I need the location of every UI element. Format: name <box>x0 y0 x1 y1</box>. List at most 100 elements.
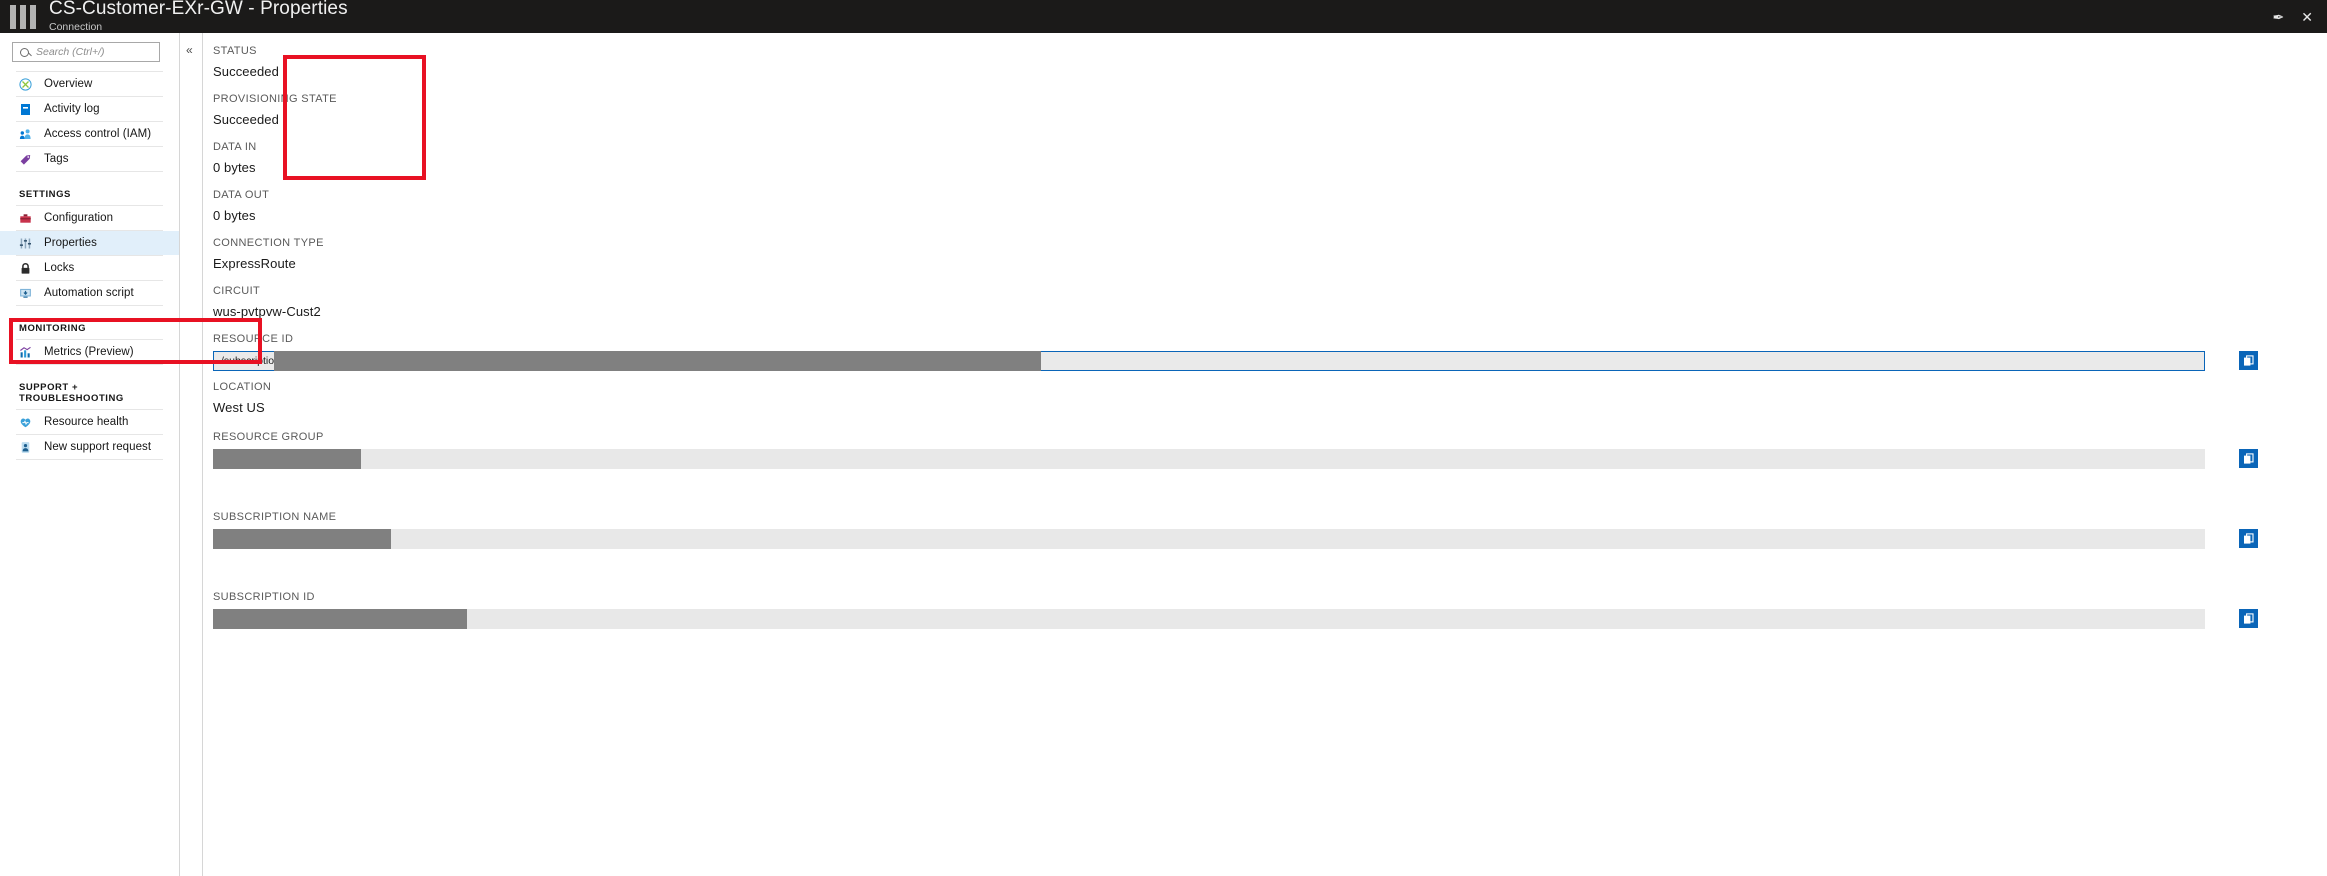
property-resource-id: RESOURCE ID /subscriptions <box>213 333 2273 371</box>
property-label: STATUS <box>213 45 257 57</box>
subscription-name-input[interactable] <box>213 529 2205 549</box>
sidebar-item-label: Overview <box>44 78 93 90</box>
property-value: ExpressRoute <box>213 256 296 271</box>
property-label: DATA OUT <box>213 189 270 201</box>
sidebar-item-tags[interactable]: Tags <box>0 147 179 171</box>
pane-divider <box>202 33 203 876</box>
redaction-overlay <box>213 449 361 469</box>
property-label: CIRCUIT <box>213 285 261 297</box>
nav-divider <box>16 364 163 365</box>
close-icon[interactable]: ✕ <box>2301 10 2313 24</box>
app-logo-icon <box>10 4 36 29</box>
sidebar-item-properties[interactable]: Properties <box>0 231 179 255</box>
properties-pane: « STATUS Succeeded PROVISIONING STATE Su… <box>180 33 2327 876</box>
nav-divider <box>16 171 163 172</box>
locks-icon <box>19 262 32 275</box>
title-block: CS-Customer-EXr-GW - Properties Connecti… <box>49 0 348 34</box>
copy-subscription-id-button[interactable] <box>2239 609 2258 628</box>
nav-divider <box>16 305 163 306</box>
sidebar-group-support: SUPPORT + TROUBLESHOOTING <box>19 382 124 404</box>
sidebar-item-metrics[interactable]: Metrics (Preview) <box>0 340 179 364</box>
property-value: West US <box>213 400 265 415</box>
copy-resource-group-button[interactable] <box>2239 449 2258 468</box>
resource-group-row <box>213 449 2273 469</box>
sidebar-item-label: Access control (IAM) <box>44 128 152 140</box>
tags-icon <box>19 153 32 166</box>
configuration-icon <box>19 212 32 225</box>
copy-icon <box>2243 532 2254 544</box>
metrics-icon <box>19 346 32 359</box>
property-label: PROVISIONING STATE <box>213 93 337 105</box>
sidebar-item-label: Configuration <box>44 212 114 224</box>
property-data-out: DATA OUT 0 bytes <box>213 189 269 223</box>
title-bar: CS-Customer-EXr-GW - Properties Connecti… <box>0 0 2327 33</box>
property-label: SUBSCRIPTION NAME <box>213 511 337 523</box>
sidebar-item-new-support-request[interactable]: New support request <box>0 435 179 459</box>
property-value: 0 bytes <box>213 160 256 175</box>
redaction-overlay <box>213 529 391 549</box>
sidebar-nav: Overview Activity log Access control (IA… <box>0 71 179 460</box>
access-control-icon <box>19 128 32 141</box>
redaction-overlay <box>274 351 1041 371</box>
subscription-id-input[interactable] <box>213 609 2205 629</box>
property-value: Succeeded <box>213 112 279 127</box>
sidebar-item-label: Locks <box>44 262 75 274</box>
sidebar-item-label: Resource health <box>44 416 129 428</box>
sidebar-item-automation-script[interactable]: Automation script <box>0 281 179 305</box>
sidebar-search-row: Search (Ctrl+/) <box>0 33 179 62</box>
subscription-id-row <box>213 609 2273 629</box>
sidebar-item-label: Tags <box>44 153 69 165</box>
sidebar-item-locks[interactable]: Locks <box>0 256 179 280</box>
sidebar-item-label: Metrics (Preview) <box>44 346 134 358</box>
sidebar-item-activity-log[interactable]: Activity log <box>0 97 179 121</box>
activity-log-icon <box>19 103 32 116</box>
sidebar-item-label: Activity log <box>44 103 100 115</box>
copy-icon <box>2243 452 2254 464</box>
property-resource-group: RESOURCE GROUP <box>213 431 2273 469</box>
sidebar-item-access-control[interactable]: Access control (IAM) <box>0 122 179 146</box>
subscription-name-row <box>213 529 2273 549</box>
overview-icon <box>19 77 32 91</box>
sidebar-item-configuration[interactable]: Configuration <box>0 206 179 230</box>
pin-icon[interactable]: ✒ <box>2273 10 2285 24</box>
redaction-overlay <box>213 609 467 629</box>
property-value: 0 bytes <box>213 208 256 223</box>
property-provisioning-state: PROVISIONING STATE Succeeded <box>213 93 337 127</box>
search-placeholder: Search (Ctrl+/) <box>36 46 105 58</box>
search-icon <box>20 47 29 57</box>
properties-icon <box>19 237 32 250</box>
property-data-in: DATA IN 0 bytes <box>213 141 257 175</box>
sidebar-group-settings: SETTINGS <box>19 189 71 200</box>
page-title: CS-Customer-EXr-GW - Properties <box>49 0 348 19</box>
sidebar-item-label: Automation script <box>44 287 134 299</box>
property-location: LOCATION West US <box>213 381 271 415</box>
property-label: LOCATION <box>213 381 272 393</box>
sidebar-item-label: New support request <box>44 441 152 453</box>
nav-divider <box>16 459 163 460</box>
property-status: STATUS Succeeded <box>213 45 279 79</box>
copy-subscription-name-button[interactable] <box>2239 529 2258 548</box>
sidebar-item-overview[interactable]: Overview <box>0 72 179 96</box>
property-subscription-id: SUBSCRIPTION ID <box>213 591 2273 629</box>
resource-id-row: /subscriptions <box>213 351 2273 371</box>
search-input[interactable]: Search (Ctrl+/) <box>12 42 160 62</box>
sidebar-group-monitoring: MONITORING <box>19 323 87 334</box>
property-value: Succeeded <box>213 64 279 79</box>
property-label: RESOURCE ID <box>213 333 294 345</box>
copy-resource-id-button[interactable] <box>2239 351 2258 370</box>
sidebar-item-resource-health[interactable]: Resource health <box>0 410 179 434</box>
property-label: RESOURCE GROUP <box>213 431 324 443</box>
property-label: SUBSCRIPTION ID <box>213 591 315 603</box>
property-connection-type: CONNECTION TYPE ExpressRoute <box>213 237 324 271</box>
resource-group-input[interactable] <box>213 449 2205 469</box>
resource-health-icon <box>19 416 32 429</box>
copy-icon <box>2243 354 2254 366</box>
automation-script-icon <box>19 287 32 300</box>
property-label: CONNECTION TYPE <box>213 237 324 249</box>
property-subscription-name: SUBSCRIPTION NAME <box>213 511 2273 549</box>
property-value: wus-pvtpvw-Cust2 <box>213 304 321 319</box>
property-circuit: CIRCUIT wus-pvtpvw-Cust2 <box>213 285 321 319</box>
collapse-sidebar-button[interactable]: « <box>186 44 193 56</box>
new-support-request-icon <box>19 441 32 454</box>
property-label: DATA IN <box>213 141 257 153</box>
